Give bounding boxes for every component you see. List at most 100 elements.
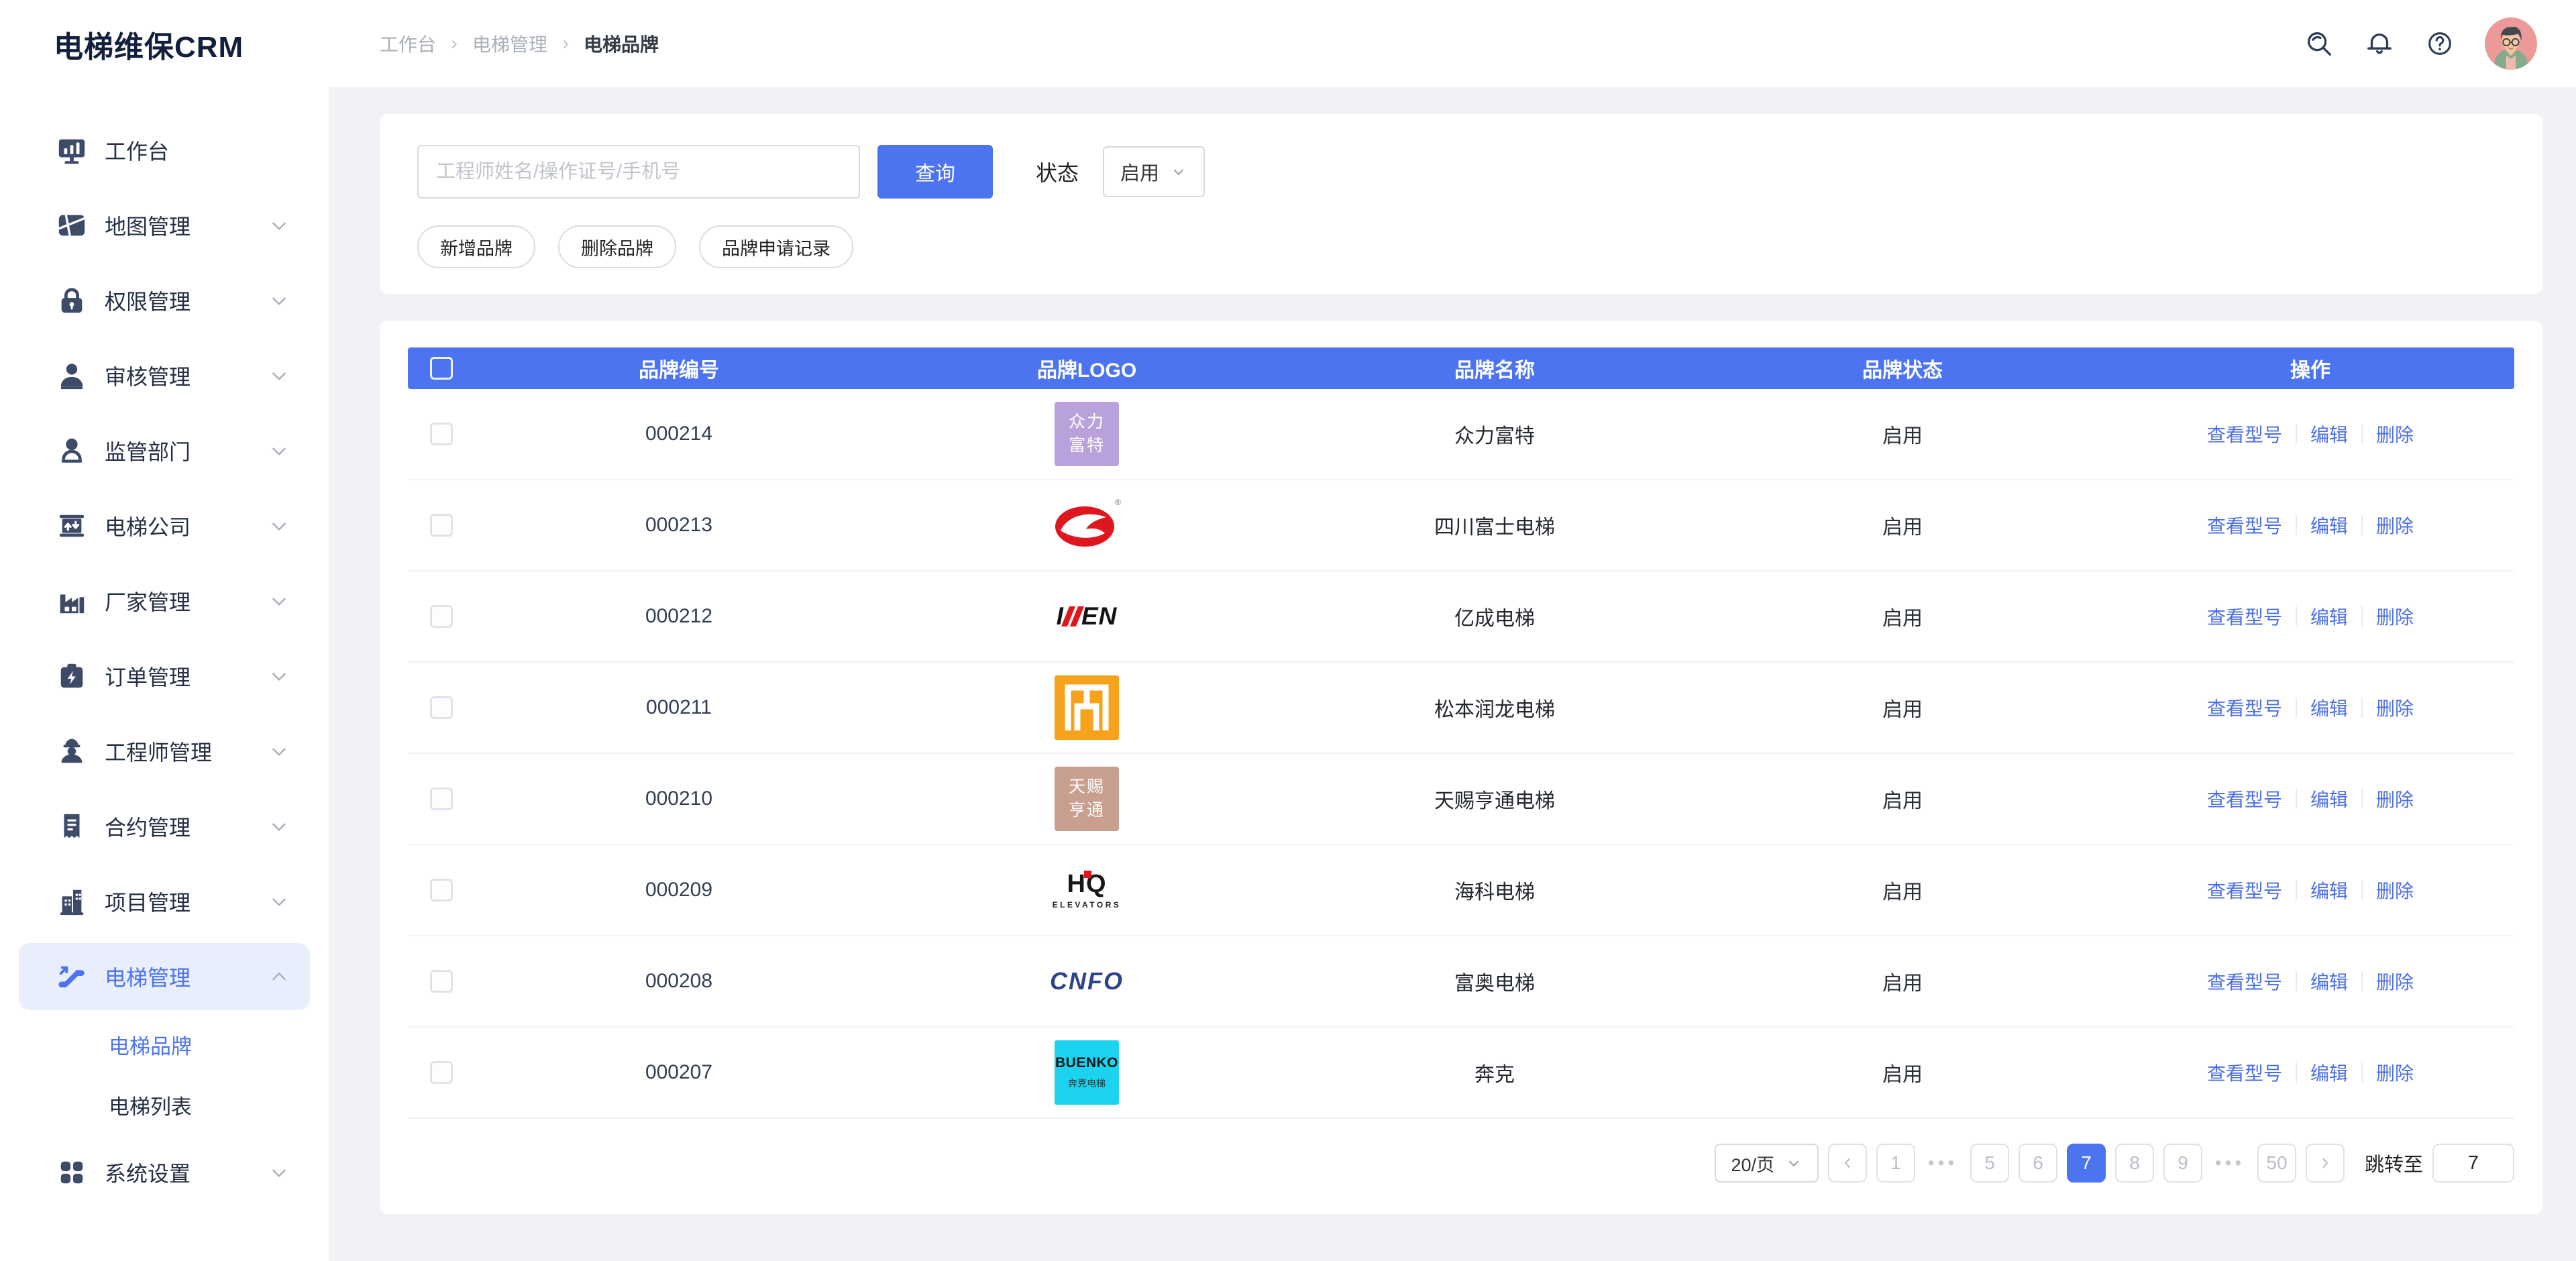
page-ellipsis: ••• xyxy=(2212,1152,2248,1174)
row-checkbox-cell xyxy=(408,696,475,719)
edit-link[interactable]: 编辑 xyxy=(2310,785,2348,812)
page-button-8[interactable]: 8 xyxy=(2115,1144,2154,1183)
delete-link[interactable]: 删除 xyxy=(2376,421,2414,447)
edit-link[interactable]: 编辑 xyxy=(2310,421,2348,447)
edit-link[interactable]: 编辑 xyxy=(2310,603,2348,630)
row-checkbox-cell xyxy=(408,1061,475,1084)
brand-apply-records-button[interactable]: 品牌申请记录 xyxy=(699,225,853,268)
sidebar-subitem[interactable]: 电梯列表 xyxy=(0,1075,329,1135)
breadcrumb-item-elevator-mgmt[interactable]: 电梯管理 xyxy=(472,30,547,57)
view-models-link[interactable]: 查看型号 xyxy=(2207,1059,2282,1086)
delete-link[interactable]: 删除 xyxy=(2376,694,2414,721)
brand-logo: ® xyxy=(1051,494,1122,556)
table-header: 品牌编号 品牌LOGO 品牌名称 品牌状态 操作 xyxy=(408,347,2514,389)
sidebar-item-settings[interactable]: 系统设置 xyxy=(19,1139,310,1206)
row-checkbox[interactable] xyxy=(430,514,453,537)
delete-link[interactable]: 删除 xyxy=(2376,1059,2414,1086)
edit-link[interactable]: 编辑 xyxy=(2310,512,2348,539)
edit-link[interactable]: 编辑 xyxy=(2310,1059,2348,1086)
next-page-button[interactable] xyxy=(2306,1144,2345,1183)
sidebar-item-elevator[interactable]: 电梯管理 xyxy=(19,943,310,1010)
page-button-50[interactable]: 50 xyxy=(2257,1144,2296,1183)
delete-link[interactable]: 删除 xyxy=(2376,877,2414,903)
select-all-checkbox[interactable] xyxy=(430,357,453,380)
row-checkbox[interactable] xyxy=(430,605,453,628)
chevron-down-icon xyxy=(1170,163,1187,180)
sidebar-item-engineer[interactable]: 工程师管理 xyxy=(19,718,310,785)
column-header-brand-status: 品牌状态 xyxy=(1699,353,2106,383)
brand-logo xyxy=(1055,675,1119,740)
sidebar-item-contract[interactable]: 合约管理 xyxy=(19,793,310,860)
delete-link[interactable]: 删除 xyxy=(2376,968,2414,995)
sidebar-subitem[interactable]: 电梯品牌 xyxy=(0,1014,329,1075)
row-checkbox[interactable] xyxy=(430,787,453,810)
project-icon xyxy=(56,886,87,917)
table-row: 000207BUENKO奔克电梯奔克启用查看型号编辑删除 xyxy=(408,1028,2514,1119)
sidebar-item-dashboard[interactable]: 工作台 xyxy=(19,117,310,184)
pagination: 20/页 1•••56789•••50 跳转至 xyxy=(408,1119,2514,1207)
dashboard-icon xyxy=(56,135,87,166)
sidebar-item-map[interactable]: 地图管理 xyxy=(19,192,310,259)
page-button-7[interactable]: 7 xyxy=(2067,1144,2106,1183)
status-select[interactable]: 启用 xyxy=(1103,146,1205,197)
delete-link[interactable]: 删除 xyxy=(2376,512,2414,539)
brand-logo: HQELEVATORS xyxy=(1053,871,1122,910)
table-row: 000211松本润龙电梯启用查看型号编辑删除 xyxy=(408,663,2514,754)
divider xyxy=(2361,1062,2363,1083)
edit-link[interactable]: 编辑 xyxy=(2310,877,2348,903)
view-models-link[interactable]: 查看型号 xyxy=(2207,512,2282,539)
page-button-9[interactable]: 9 xyxy=(2163,1144,2202,1183)
search-icon[interactable] xyxy=(2304,28,2334,59)
delete-brand-button[interactable]: 删除品牌 xyxy=(558,225,676,268)
row-checkbox[interactable] xyxy=(430,970,453,993)
sidebar-item-label: 地图管理 xyxy=(105,210,191,241)
jump-label: 跳转至 xyxy=(2365,1149,2423,1177)
view-models-link[interactable]: 查看型号 xyxy=(2207,694,2282,721)
page-button-5[interactable]: 5 xyxy=(1970,1144,2009,1183)
sidebar-item-project[interactable]: 项目管理 xyxy=(19,868,310,935)
breadcrumb-item-workbench[interactable]: 工作台 xyxy=(380,30,436,57)
prev-page-button[interactable] xyxy=(1828,1144,1867,1183)
row-checkbox[interactable] xyxy=(430,1061,453,1084)
sidebar-item-factory[interactable]: 厂家管理 xyxy=(19,567,310,635)
divider xyxy=(2361,698,2363,718)
row-checkbox-cell xyxy=(408,879,475,901)
add-brand-button[interactable]: 新增品牌 xyxy=(417,225,535,268)
sidebar-item-audit[interactable]: 审核管理 xyxy=(19,342,310,409)
sidebar-item-company[interactable]: 电梯公司 xyxy=(19,492,310,559)
view-models-link[interactable]: 查看型号 xyxy=(2207,877,2282,903)
brand-id: 000211 xyxy=(475,696,883,719)
view-models-link[interactable]: 查看型号 xyxy=(2207,421,2282,447)
row-checkbox[interactable] xyxy=(430,879,453,901)
view-models-link[interactable]: 查看型号 xyxy=(2207,968,2282,995)
sidebar-item-order[interactable]: 订单管理 xyxy=(19,643,310,710)
page-size-value: 20/页 xyxy=(1731,1150,1774,1176)
page-size-select[interactable]: 20/页 xyxy=(1715,1144,1819,1183)
chevron-down-icon xyxy=(268,215,290,236)
row-checkbox[interactable] xyxy=(430,696,453,719)
table-row: 000214众力富特众力富特启用查看型号编辑删除 xyxy=(408,389,2514,480)
edit-link[interactable]: 编辑 xyxy=(2310,694,2348,721)
jump-page-input[interactable] xyxy=(2432,1144,2514,1183)
brand-status: 启用 xyxy=(1699,1058,2106,1087)
brand-id: 000207 xyxy=(475,1061,883,1084)
bell-icon[interactable] xyxy=(2364,28,2395,59)
avatar[interactable] xyxy=(2485,17,2537,70)
row-actions: 查看型号 编辑 删除 xyxy=(2106,512,2514,539)
row-checkbox[interactable] xyxy=(430,423,453,445)
view-models-link[interactable]: 查看型号 xyxy=(2207,603,2282,630)
page-button-1[interactable]: 1 xyxy=(1876,1144,1915,1183)
sidebar-item-supervisor[interactable]: 监管部门 xyxy=(19,417,310,484)
search-input[interactable] xyxy=(417,145,860,199)
delete-link[interactable]: 删除 xyxy=(2376,603,2414,630)
chevron-right-icon: › xyxy=(451,32,458,55)
page-button-6[interactable]: 6 xyxy=(2019,1144,2057,1183)
help-icon[interactable] xyxy=(2424,28,2455,59)
sidebar-item-label: 审核管理 xyxy=(105,360,191,391)
delete-link[interactable]: 删除 xyxy=(2376,785,2414,812)
view-models-link[interactable]: 查看型号 xyxy=(2207,785,2282,812)
edit-link[interactable]: 编辑 xyxy=(2310,968,2348,995)
sidebar-item-lock[interactable]: 权限管理 xyxy=(19,267,310,334)
breadcrumb-current: 电梯品牌 xyxy=(584,30,659,57)
query-button[interactable]: 查询 xyxy=(877,145,993,199)
